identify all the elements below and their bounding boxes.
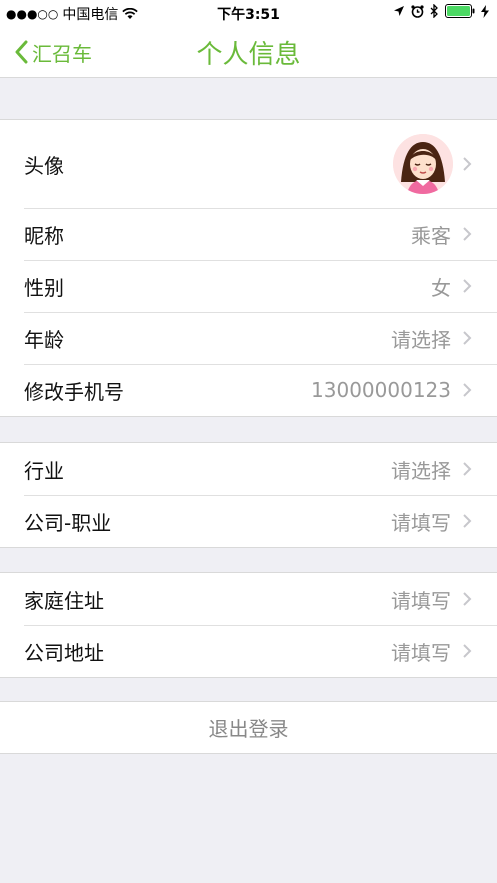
page-title: 个人信息 (196, 40, 301, 70)
status-bar: ●●●○○ 中国电信 下午3:51 (0, 0, 497, 26)
logout-button[interactable]: 退出登录 (0, 701, 497, 754)
age-row[interactable]: 年龄 请选择 (0, 312, 497, 364)
location-arrow-icon (394, 6, 404, 16)
chevron-right-icon (463, 462, 472, 476)
company-job-value: 请填写 (391, 510, 451, 535)
status-right (393, 4, 489, 18)
home-address-label: 家庭住址 (24, 588, 104, 613)
home-address-row[interactable]: 家庭住址 请填写 (0, 573, 497, 625)
avatar-row[interactable]: 头像 (0, 120, 497, 208)
chevron-right-icon (463, 279, 472, 293)
industry-label: 行业 (24, 458, 64, 483)
industry-value: 请选择 (391, 458, 451, 483)
battery-icon (445, 4, 475, 18)
gender-row[interactable]: 性别 女 (0, 260, 497, 312)
nav-bar: 汇召车 个人信息 (0, 26, 497, 78)
age-value: 请选择 (391, 327, 451, 352)
chevron-right-icon (463, 157, 472, 171)
industry-row[interactable]: 行业 请选择 (0, 443, 497, 495)
company-job-row[interactable]: 公司-职业 请填写 (0, 495, 497, 547)
bluetooth-icon (430, 4, 438, 18)
chevron-right-icon (463, 227, 472, 241)
company-address-value: 请填写 (391, 640, 451, 665)
chevron-right-icon (463, 514, 472, 528)
chevron-right-icon (463, 383, 472, 397)
phone-value: 13000000123 (311, 378, 451, 402)
gender-label: 性别 (24, 275, 64, 300)
phone-row[interactable]: 修改手机号 13000000123 (0, 364, 497, 416)
nickname-label: 昵称 (24, 223, 64, 248)
address-section: 家庭住址 请填写 公司地址 请填写 (0, 572, 497, 678)
company-address-label: 公司地址 (24, 640, 104, 665)
avatar (393, 134, 453, 194)
profile-section: 头像 昵称 乘客 性别 女 年龄 请选择 修改手机号 13000000123 (0, 119, 497, 417)
home-address-value: 请填写 (391, 588, 451, 613)
chevron-right-icon (463, 644, 472, 658)
chevron-right-icon (463, 592, 472, 606)
charging-icon (481, 4, 489, 18)
gender-value: 女 (431, 275, 451, 300)
chevron-right-icon (463, 331, 472, 345)
nickname-row[interactable]: 昵称 乘客 (0, 208, 497, 260)
phone-label: 修改手机号 (24, 379, 124, 404)
alarm-icon (411, 4, 424, 18)
company-address-row[interactable]: 公司地址 请填写 (0, 625, 497, 677)
avatar-label: 头像 (24, 153, 64, 178)
nickname-value: 乘客 (411, 223, 451, 248)
age-label: 年龄 (24, 327, 64, 352)
work-section: 行业 请选择 公司-职业 请填写 (0, 442, 497, 548)
company-job-label: 公司-职业 (24, 510, 112, 535)
